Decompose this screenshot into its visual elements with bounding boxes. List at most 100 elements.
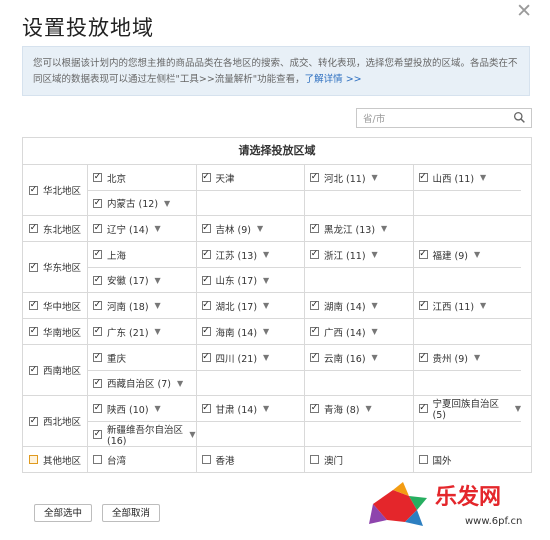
chevron-down-icon[interactable]: ▼ xyxy=(263,250,269,259)
province-checkbox[interactable]: 四川 (21) ▼ xyxy=(195,345,305,370)
province-checkbox[interactable]: 山东 (17) ▼ xyxy=(195,267,304,292)
chevron-down-icon[interactable]: ▼ xyxy=(177,379,183,388)
chevron-down-icon[interactable]: ▼ xyxy=(263,327,269,336)
checkbox[interactable] xyxy=(201,275,211,285)
chevron-down-icon[interactable]: ▼ xyxy=(515,404,521,413)
province-checkbox[interactable]: 西藏自治区 (7) ▼ xyxy=(87,370,196,395)
province-checkbox[interactable]: 北京 xyxy=(87,165,196,190)
checkbox[interactable] xyxy=(310,301,319,310)
chevron-down-icon[interactable]: ▼ xyxy=(474,250,480,259)
chevron-down-icon[interactable]: ▼ xyxy=(155,327,161,336)
province-checkbox[interactable]: 江西 (11) ▼ xyxy=(412,293,522,318)
province-checkbox[interactable]: 宁夏回族自治区 (5) ▼ xyxy=(412,396,521,421)
province-checkbox[interactable]: 澳门 xyxy=(304,447,413,472)
checkbox[interactable] xyxy=(418,353,428,362)
province-checkbox[interactable]: 安徽 (17) ▼ xyxy=(87,267,196,292)
checkbox[interactable] xyxy=(418,404,428,413)
chevron-down-icon[interactable]: ▼ xyxy=(155,404,161,413)
province-checkbox[interactable]: 福建 (9) ▼ xyxy=(412,242,522,267)
region-checkbox[interactable]: 华南地区 xyxy=(23,319,87,344)
province-checkbox[interactable]: 台湾 xyxy=(87,447,196,472)
province-checkbox[interactable]: 青海 (8) ▼ xyxy=(304,396,413,421)
province-checkbox[interactable]: 国外 xyxy=(412,447,522,472)
province-checkbox[interactable]: 内蒙古 (12) ▼ xyxy=(87,190,196,215)
checkbox[interactable] xyxy=(93,404,102,413)
select-all-button[interactable]: 全部选中 xyxy=(34,504,93,522)
region-checkbox[interactable]: 其他地区 xyxy=(23,447,87,472)
checkbox[interactable] xyxy=(93,301,102,310)
region-checkbox[interactable]: 东北地区 xyxy=(23,216,87,241)
checkbox[interactable] xyxy=(201,353,211,362)
checkbox[interactable] xyxy=(29,301,38,310)
chevron-down-icon[interactable]: ▼ xyxy=(372,301,378,310)
close-icon[interactable]: ✕ xyxy=(516,0,532,22)
checkbox[interactable] xyxy=(418,173,428,182)
checkbox[interactable] xyxy=(93,224,102,233)
province-checkbox[interactable]: 天津 xyxy=(195,165,305,190)
checkbox[interactable] xyxy=(201,455,211,464)
chevron-down-icon[interactable]: ▼ xyxy=(263,276,269,285)
chevron-down-icon[interactable]: ▼ xyxy=(263,404,269,413)
chevron-down-icon[interactable]: ▼ xyxy=(263,301,269,310)
cancel-all-button[interactable]: 全部取消 xyxy=(102,504,161,522)
province-checkbox[interactable]: 吉林 (9) ▼ xyxy=(195,216,305,241)
province-checkbox[interactable]: 重庆 xyxy=(87,345,196,370)
chevron-down-icon[interactable]: ▼ xyxy=(263,353,269,362)
checkbox[interactable] xyxy=(93,250,102,259)
chevron-down-icon[interactable]: ▼ xyxy=(474,353,480,362)
checkbox[interactable] xyxy=(29,455,38,464)
checkbox[interactable] xyxy=(201,327,211,336)
checkbox[interactable] xyxy=(310,173,319,182)
checkbox[interactable] xyxy=(93,198,102,208)
province-checkbox[interactable]: 河南 (18) ▼ xyxy=(87,293,196,318)
checkbox[interactable] xyxy=(201,301,211,310)
checkbox[interactable] xyxy=(201,173,211,182)
province-checkbox[interactable]: 甘肃 (14) ▼ xyxy=(195,396,305,421)
checkbox[interactable] xyxy=(93,353,102,362)
province-checkbox[interactable]: 广东 (21) ▼ xyxy=(87,319,196,344)
chevron-down-icon[interactable]: ▼ xyxy=(480,173,486,182)
checkbox[interactable] xyxy=(93,455,102,464)
checkbox[interactable] xyxy=(418,301,428,310)
search-icon[interactable] xyxy=(513,111,526,124)
checkbox[interactable] xyxy=(93,275,102,285)
province-checkbox[interactable]: 河北 (11) ▼ xyxy=(304,165,413,190)
checkbox[interactable] xyxy=(93,429,102,439)
chevron-down-icon[interactable]: ▼ xyxy=(365,404,371,413)
province-checkbox[interactable]: 辽宁 (14) ▼ xyxy=(87,216,196,241)
checkbox[interactable] xyxy=(29,185,38,195)
chevron-down-icon[interactable]: ▼ xyxy=(372,173,378,182)
province-checkbox[interactable]: 湖北 (17) ▼ xyxy=(195,293,305,318)
chevron-down-icon[interactable]: ▼ xyxy=(372,327,378,336)
province-checkbox[interactable]: 浙江 (11) ▼ xyxy=(304,242,413,267)
province-checkbox[interactable]: 陕西 (10) ▼ xyxy=(87,396,196,421)
chevron-down-icon[interactable]: ▼ xyxy=(155,224,161,233)
checkbox[interactable] xyxy=(310,327,319,336)
province-checkbox[interactable]: 香港 xyxy=(195,447,305,472)
chevron-down-icon[interactable]: ▼ xyxy=(155,301,161,310)
checkbox[interactable] xyxy=(201,404,211,413)
checkbox[interactable] xyxy=(201,250,211,259)
chevron-down-icon[interactable]: ▼ xyxy=(372,250,378,259)
checkbox[interactable] xyxy=(93,378,102,388)
province-checkbox[interactable]: 黑龙江 (13) ▼ xyxy=(304,216,413,241)
province-checkbox[interactable]: 云南 (16) ▼ xyxy=(304,345,413,370)
province-checkbox[interactable]: 山西 (11) ▼ xyxy=(412,165,522,190)
province-checkbox[interactable]: 贵州 (9) ▼ xyxy=(412,345,522,370)
checkbox[interactable] xyxy=(29,224,38,233)
chevron-down-icon[interactable]: ▼ xyxy=(372,353,378,362)
checkbox[interactable] xyxy=(93,173,102,182)
checkbox[interactable] xyxy=(29,416,38,426)
chevron-down-icon[interactable]: ▼ xyxy=(381,224,387,233)
checkbox[interactable] xyxy=(310,224,319,233)
checkbox[interactable] xyxy=(310,455,319,464)
chevron-down-icon[interactable]: ▼ xyxy=(480,301,486,310)
region-checkbox[interactable]: 华北地区 xyxy=(23,165,87,215)
checkbox[interactable] xyxy=(418,455,428,464)
checkbox[interactable] xyxy=(310,353,319,362)
checkbox[interactable] xyxy=(29,365,38,375)
region-checkbox[interactable]: 华东地区 xyxy=(23,242,87,292)
checkbox[interactable] xyxy=(418,250,428,259)
chevron-down-icon[interactable]: ▼ xyxy=(257,224,263,233)
checkbox[interactable] xyxy=(29,262,38,272)
